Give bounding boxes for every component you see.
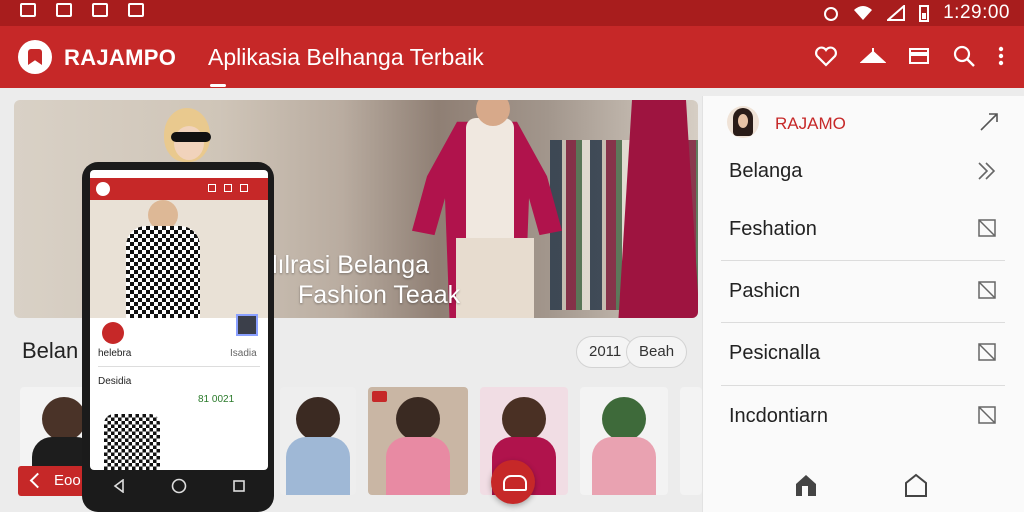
store-icon[interactable]	[793, 472, 819, 498]
hanger-icon[interactable]	[860, 46, 886, 66]
signal-icon	[887, 5, 906, 21]
phone-product-image	[104, 414, 160, 470]
brand-name: RAJAMPO	[64, 45, 177, 70]
open-external-icon	[978, 281, 996, 299]
menu-item-label: Incdontiarn	[729, 405, 828, 427]
menu-item-pashicn[interactable]: Pashicn	[721, 260, 1005, 322]
menu-item-feshation[interactable]: Feshation	[721, 198, 1005, 260]
hero-line-2: Fashion Teaak	[298, 281, 461, 309]
phone-section-label: Desidia	[98, 376, 132, 387]
phone-hero-image	[90, 200, 268, 336]
menu-item-belanga[interactable]: Belanga	[721, 140, 1005, 202]
cart-fab[interactable]	[491, 460, 535, 504]
menu-item-label: Belanga	[729, 160, 803, 182]
app-logo[interactable]	[18, 40, 52, 74]
home-icon[interactable]	[903, 472, 929, 498]
search-icon[interactable]	[952, 44, 976, 68]
phone-shop-name: helebra	[98, 348, 132, 359]
menu-item-label: Pashicn	[729, 280, 801, 302]
image-icon	[56, 3, 72, 17]
phone-nav-bar	[90, 470, 268, 502]
wifi-icon	[854, 6, 873, 20]
clock: 1:29:00	[943, 2, 1010, 23]
phone-shop-logo	[102, 322, 124, 344]
system-icons: 1:29:00	[823, 2, 1010, 24]
status-bar: 1:29:00	[0, 0, 1024, 26]
notification-icons	[20, 3, 144, 17]
wallet-icon[interactable]	[908, 47, 930, 65]
section-title: Belan	[22, 338, 79, 363]
recents-nav-icon[interactable]	[232, 479, 246, 493]
model-red-dress-image	[618, 100, 698, 318]
filter-chip-category[interactable]: Beah	[626, 336, 688, 368]
product-card[interactable]	[580, 387, 668, 495]
phone-screen: helebra Isadia Desidia 81 0021	[90, 170, 268, 470]
app-bar-actions	[814, 44, 1004, 68]
app-title: Aplikasia Belhanga Terbaik	[208, 44, 484, 70]
back-button[interactable]: Eoo	[18, 466, 86, 496]
more-vert-icon[interactable]	[998, 45, 1004, 67]
tab-indicator	[210, 84, 226, 87]
user-name: RAJAMO	[775, 114, 846, 133]
phone-price: 81 0021	[198, 394, 235, 405]
phone-mockup: helebra Isadia Desidia 81 0021	[82, 162, 274, 512]
avatar[interactable]	[727, 106, 759, 138]
sale-tag	[372, 391, 387, 402]
chevron-double-right-icon	[978, 162, 996, 180]
expand-icon[interactable]	[977, 110, 1001, 134]
app-bar: RAJAMPO Aplikasia Belhanga Terbaik	[0, 26, 1024, 88]
heart-icon[interactable]	[814, 45, 838, 67]
menu-item-pesicnalla[interactable]: Pesicnalla	[721, 322, 1005, 384]
hero-headline: lılrasi Belanga Fashion Teaak	[272, 250, 460, 310]
battery-icon	[919, 5, 930, 22]
hero-line-1: lılrasi Belanga	[272, 251, 430, 279]
menu-item-incdontiarn[interactable]: Incdontiarn	[721, 385, 1005, 447]
menu-item-label: Feshation	[729, 218, 817, 240]
phone-logo-icon	[96, 182, 110, 196]
phone-app-bar	[90, 178, 268, 200]
panel-bottom-actions	[793, 472, 929, 498]
message-icon	[128, 3, 144, 17]
open-external-icon	[978, 219, 996, 237]
product-card[interactable]	[280, 387, 356, 495]
phone-shop-meta: Isadia	[230, 348, 257, 359]
photo-icon	[92, 3, 108, 17]
back-nav-icon[interactable]	[112, 479, 126, 493]
open-external-icon	[978, 343, 996, 361]
side-menu-panel: RAJAMO Belanga Feshation Pashicn Pesicna…	[702, 96, 1024, 512]
open-external-icon	[978, 406, 996, 424]
home-nav-icon[interactable]	[171, 478, 187, 494]
product-card[interactable]	[368, 387, 468, 495]
menu-item-label: Pesicnalla	[729, 342, 821, 364]
gallery-icon	[20, 3, 36, 17]
alarm-icon	[824, 7, 839, 21]
